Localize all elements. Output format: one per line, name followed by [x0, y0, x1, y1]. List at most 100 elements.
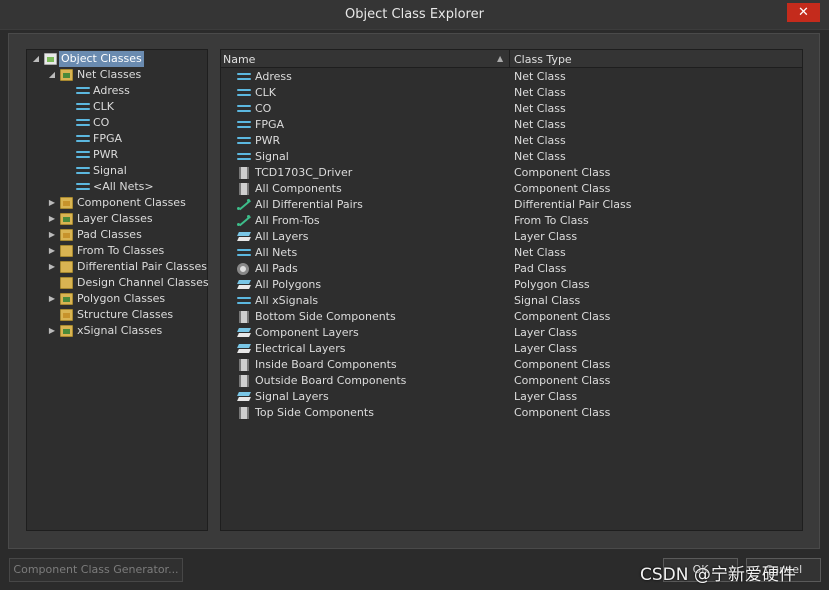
cell-class-type: Component Class [514, 310, 611, 323]
tree-label-group: xSignal Classes [77, 324, 163, 337]
expand-arrow-icon[interactable]: ▶ [47, 243, 57, 259]
expand-arrow-icon[interactable]: ▶ [47, 195, 57, 211]
class-grid[interactable]: Name ▲ Class Type Adress Net Class CLK Net … [220, 49, 803, 531]
tree-label-net: Signal [93, 164, 127, 177]
close-button[interactable]: ✕ [787, 3, 820, 22]
expand-arrow-icon[interactable]: ▶ [47, 259, 57, 275]
tree-label-group: Design Channel Classes [77, 276, 209, 289]
table-row[interactable]: All Layers Layer Class [221, 229, 802, 245]
structure-classes-folder-icon [60, 309, 73, 321]
net-icon [237, 296, 251, 308]
table-row[interactable]: All From-Tos From To Class [221, 213, 802, 229]
table-row[interactable]: FPGA Net Class [221, 117, 802, 133]
pad-classes-folder-icon [60, 229, 73, 241]
tree-label-net: FPGA [93, 132, 123, 145]
tree-item-net-fpga[interactable]: FPGA [27, 131, 207, 147]
net-icon [237, 120, 251, 132]
cell-class-type: Pad Class [514, 262, 567, 275]
expand-arrow-icon[interactable]: ▶ [47, 211, 57, 227]
tree-label-net: <All Nets> [93, 180, 154, 193]
tree-item-differential-pair-classes[interactable]: ▶ Differential Pair Classes [27, 259, 207, 275]
csdn-watermark: CSDN @宁新爱硬件 [640, 565, 796, 585]
tree-label-group: Pad Classes [77, 228, 142, 241]
window-title: Object Class Explorer [345, 7, 484, 22]
tree-item-component-classes[interactable]: ▶ Component Classes [27, 195, 207, 211]
expand-arrow-icon[interactable]: ▶ [47, 323, 57, 339]
tree-label-group: Structure Classes [77, 308, 174, 321]
component-icon [239, 183, 249, 195]
tree-item-layer-classes[interactable]: ▶ Layer Classes [27, 211, 207, 227]
table-row[interactable]: PWR Net Class [221, 133, 802, 149]
cell-name: All Pads [255, 262, 298, 275]
column-divider[interactable] [509, 50, 510, 68]
tree-item-xsignal-classes[interactable]: ▶ xSignal Classes [27, 323, 207, 339]
net-icon [76, 102, 90, 114]
table-row[interactable]: Electrical Layers Layer Class [221, 341, 802, 357]
table-row[interactable]: TCD1703C_Driver Component Class [221, 165, 802, 181]
column-header-class-type[interactable]: Class Type [514, 53, 572, 66]
cell-name: FPGA [255, 118, 285, 131]
cell-name: PWR [255, 134, 281, 147]
cell-class-type: Component Class [514, 166, 611, 179]
expand-arrow-icon[interactable]: ▶ [47, 291, 57, 307]
cell-class-type: Net Class [514, 246, 566, 259]
from-to-classes-folder-icon [60, 245, 73, 257]
table-row[interactable]: All xSignals Signal Class [221, 293, 802, 309]
table-row[interactable]: Outside Board Components Component Class [221, 373, 802, 389]
tree-item-design-channel-classes[interactable]: Design Channel Classes [27, 275, 209, 291]
tree-item-polygon-classes[interactable]: ▶ Polygon Classes [27, 291, 207, 307]
tree-item-all-nets[interactable]: <All Nets> [27, 179, 207, 195]
table-row[interactable]: CO Net Class [221, 101, 802, 117]
net-icon [237, 88, 251, 100]
tree-item-net-co[interactable]: CO [27, 115, 207, 131]
tree-label-group: Polygon Classes [77, 292, 166, 305]
tree-item-from-to-classes[interactable]: ▶ From To Classes [27, 243, 207, 259]
collapse-arrow-icon[interactable]: ◢ [47, 67, 57, 83]
table-row[interactable]: Inside Board Components Component Class [221, 357, 802, 373]
tree-item-net-clk[interactable]: CLK [27, 99, 207, 115]
tree-item-object-classes[interactable]: ◢ Object Classes [27, 51, 207, 67]
cell-class-type: Signal Class [514, 294, 581, 307]
table-row[interactable]: Component Layers Layer Class [221, 325, 802, 341]
cell-name: CLK [255, 86, 277, 99]
table-row[interactable]: All Components Component Class [221, 181, 802, 197]
cell-name: All Nets [255, 246, 298, 259]
table-row[interactable]: All Pads Pad Class [221, 261, 802, 277]
tree-item-pad-classes[interactable]: ▶ Pad Classes [27, 227, 207, 243]
cell-name: Signal [255, 150, 289, 163]
table-row[interactable]: All Polygons Polygon Class [221, 277, 802, 293]
table-row[interactable]: Signal Net Class [221, 149, 802, 165]
expand-arrow-icon[interactable]: ▶ [47, 227, 57, 243]
cell-class-type: Component Class [514, 374, 611, 387]
pad-icon [237, 263, 249, 275]
table-row[interactable]: All Nets Net Class [221, 245, 802, 261]
table-row[interactable]: All Differential Pairs Differential Pair … [221, 197, 802, 213]
tree-item-net-signal[interactable]: Signal [27, 163, 207, 179]
tree-item-net-classes[interactable]: ◢ Net Classes [27, 67, 207, 83]
cell-class-type: Net Class [514, 70, 566, 83]
component-class-generator-button[interactable]: Component Class Generator... [9, 558, 183, 582]
table-row[interactable]: Top Side Components Component Class [221, 405, 802, 421]
table-row[interactable]: Bottom Side Components Component Class [221, 309, 802, 325]
table-row[interactable]: Adress Net Class [221, 69, 802, 85]
net-icon [76, 150, 90, 162]
table-row[interactable]: CLK Net Class [221, 85, 802, 101]
net-icon [76, 86, 90, 98]
cell-class-type: Component Class [514, 182, 611, 195]
net-classes-folder-icon [60, 69, 73, 81]
title-bar: Object Class Explorer ✕ [0, 0, 829, 30]
column-header-name[interactable]: Name [223, 53, 255, 66]
table-row[interactable]: Signal Layers Layer Class [221, 389, 802, 405]
tree-item-structure-classes[interactable]: Structure Classes [27, 307, 207, 323]
object-class-tree[interactable]: ◢ Object Classes ◢ Net Classes Adress CL… [26, 49, 209, 531]
cell-name: All From-Tos [255, 214, 320, 227]
layer-icon [237, 279, 251, 291]
cell-class-type: Net Class [514, 102, 566, 115]
tree-item-net-pwr[interactable]: PWR [27, 147, 207, 163]
collapse-arrow-icon[interactable]: ◢ [31, 51, 41, 67]
layer-classes-folder-icon [60, 213, 73, 225]
differential-pair-classes-folder-icon [60, 261, 73, 273]
cell-class-type: From To Class [514, 214, 589, 227]
tree-item-net-adress[interactable]: Adress [27, 83, 207, 99]
cell-name: Adress [255, 70, 292, 83]
